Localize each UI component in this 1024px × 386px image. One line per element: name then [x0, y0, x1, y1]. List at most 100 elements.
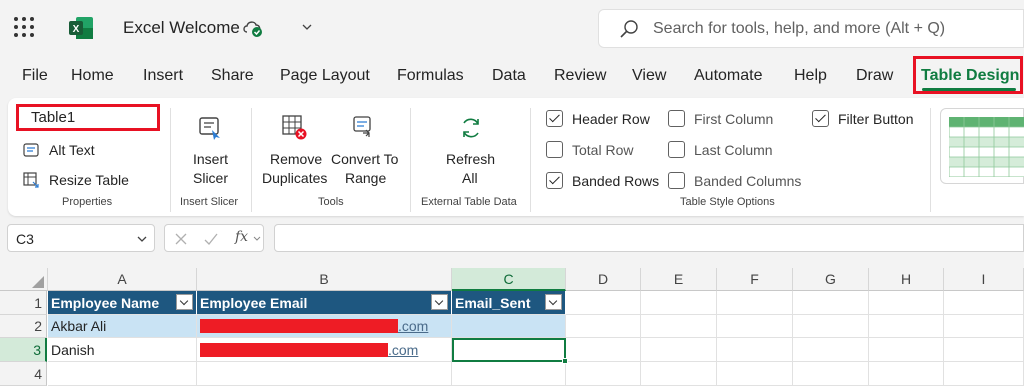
- cell[interactable]: [717, 338, 793, 362]
- employee-email-cell[interactable]: .com: [197, 315, 452, 338]
- insert-slicer-label-2[interactable]: Slicer: [193, 170, 228, 186]
- row-header-3[interactable]: 3: [0, 338, 47, 362]
- tab-help[interactable]: Help: [794, 67, 827, 85]
- last-column-label[interactable]: Last Column: [694, 142, 773, 158]
- active-cell-border[interactable]: [452, 338, 566, 362]
- tab-draw[interactable]: Draw: [856, 67, 893, 85]
- cell[interactable]: [869, 315, 944, 338]
- filter-dropdown-button[interactable]: [176, 294, 193, 310]
- cell[interactable]: [641, 338, 717, 362]
- cell[interactable]: [566, 315, 641, 338]
- table-header-cell[interactable]: Employee Email: [197, 291, 452, 315]
- cell[interactable]: [944, 315, 1024, 338]
- cell[interactable]: [641, 362, 717, 386]
- confirm-icon[interactable]: [203, 231, 219, 247]
- cell[interactable]: [566, 291, 641, 315]
- search-box[interactable]: Search for tools, help, and more (Alt + …: [598, 9, 1024, 48]
- cell[interactable]: [793, 315, 869, 338]
- total-row-checkbox[interactable]: [546, 141, 563, 158]
- cell[interactable]: [869, 338, 944, 362]
- cell[interactable]: [793, 338, 869, 362]
- formula-input[interactable]: [274, 224, 1024, 252]
- insert-slicer-label-1[interactable]: Insert: [193, 151, 228, 167]
- row-header-4[interactable]: 4: [0, 362, 47, 386]
- header-row-label[interactable]: Header Row: [572, 111, 650, 127]
- convert-to-range-label-2[interactable]: Range: [345, 170, 386, 186]
- cloud-saved-icon[interactable]: [241, 17, 265, 39]
- column-header-g[interactable]: G: [793, 268, 869, 291]
- employee-email-cell[interactable]: .com: [197, 338, 452, 362]
- cell[interactable]: [869, 362, 944, 386]
- tab-data[interactable]: Data: [492, 67, 526, 85]
- table-styles-gallery[interactable]: [940, 108, 1024, 184]
- column-header-e[interactable]: E: [641, 268, 717, 291]
- banded-columns-checkbox[interactable]: [668, 172, 685, 189]
- document-title[interactable]: Excel Welcome: [123, 18, 240, 38]
- total-row-label[interactable]: Total Row: [572, 142, 633, 158]
- refresh-all-label-1[interactable]: Refresh: [446, 151, 495, 167]
- tab-review[interactable]: Review: [554, 67, 606, 85]
- header-row-checkbox[interactable]: [546, 110, 563, 127]
- email-link-suffix[interactable]: .com: [398, 318, 428, 334]
- cell[interactable]: [452, 362, 566, 386]
- remove-duplicates-label-1[interactable]: Remove: [270, 151, 322, 167]
- tab-page-layout[interactable]: Page Layout: [280, 67, 370, 85]
- tab-home[interactable]: Home: [71, 67, 114, 85]
- tab-file[interactable]: File: [22, 67, 48, 85]
- tab-view[interactable]: View: [632, 67, 666, 85]
- resize-table-button[interactable]: Resize Table: [49, 172, 129, 188]
- last-column-checkbox[interactable]: [668, 141, 685, 158]
- tab-formulas[interactable]: Formulas: [397, 67, 464, 85]
- cell[interactable]: [717, 362, 793, 386]
- email-link-suffix[interactable]: .com: [388, 342, 418, 358]
- cell[interactable]: [566, 338, 641, 362]
- column-header-c[interactable]: C: [452, 268, 566, 291]
- banded-columns-label[interactable]: Banded Columns: [694, 173, 801, 189]
- cell[interactable]: [48, 362, 197, 386]
- chevron-down-icon[interactable]: [300, 20, 314, 34]
- fill-handle[interactable]: [562, 358, 568, 364]
- select-all-corner[interactable]: [0, 268, 48, 291]
- cell[interactable]: [869, 291, 944, 315]
- column-header-a[interactable]: A: [48, 268, 197, 291]
- cell[interactable]: [944, 338, 1024, 362]
- banded-rows-checkbox[interactable]: [546, 172, 563, 189]
- cell[interactable]: [641, 291, 717, 315]
- cell[interactable]: [197, 362, 452, 386]
- cell[interactable]: [944, 362, 1024, 386]
- cell[interactable]: [566, 362, 641, 386]
- filter-dropdown-button[interactable]: [545, 294, 562, 310]
- convert-to-range-label-1[interactable]: Convert To: [331, 151, 398, 167]
- cell[interactable]: [793, 362, 869, 386]
- insert-function-icon[interactable]: fx: [235, 229, 248, 245]
- table-header-cell[interactable]: Employee Name: [48, 291, 197, 315]
- email-sent-cell[interactable]: [452, 315, 566, 338]
- tab-share[interactable]: Share: [211, 67, 254, 85]
- row-header-1[interactable]: 1: [0, 291, 47, 315]
- remove-duplicates-label-2[interactable]: Duplicates: [262, 170, 327, 186]
- column-header-h[interactable]: H: [869, 268, 944, 291]
- column-header-i[interactable]: I: [944, 268, 1024, 291]
- tab-insert[interactable]: Insert: [143, 67, 183, 85]
- banded-rows-label[interactable]: Banded Rows: [572, 173, 659, 189]
- first-column-label[interactable]: First Column: [694, 111, 773, 127]
- filter-dropdown-button[interactable]: [431, 294, 448, 310]
- column-header-b[interactable]: B: [197, 268, 452, 291]
- cell[interactable]: [793, 291, 869, 315]
- column-header-d[interactable]: D: [566, 268, 641, 291]
- name-box[interactable]: C3: [7, 224, 155, 252]
- table-name-input[interactable]: Table1: [16, 104, 160, 131]
- cell[interactable]: [944, 291, 1024, 315]
- row-header-2[interactable]: 2: [0, 315, 47, 338]
- employee-name-cell[interactable]: Akbar Ali: [48, 315, 197, 338]
- filter-button-label[interactable]: Filter Button: [838, 111, 913, 127]
- employee-name-cell[interactable]: Danish: [48, 338, 197, 362]
- cancel-icon[interactable]: [173, 231, 189, 247]
- refresh-all-label-2[interactable]: All: [462, 170, 478, 186]
- table-header-cell[interactable]: Email_Sent: [452, 291, 566, 315]
- app-launcher-icon[interactable]: [14, 17, 34, 37]
- tab-automate[interactable]: Automate: [694, 67, 762, 85]
- alt-text-button[interactable]: Alt Text: [49, 142, 95, 158]
- first-column-checkbox[interactable]: [668, 110, 685, 127]
- filter-button-checkbox[interactable]: [812, 110, 829, 127]
